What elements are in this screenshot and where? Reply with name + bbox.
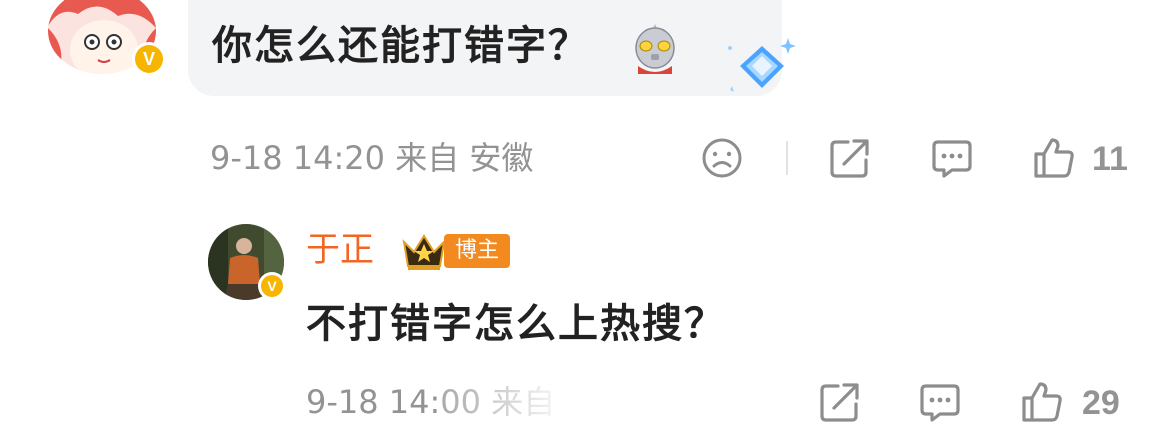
reply-text: 不打错字怎么上热搜？ bbox=[306, 301, 726, 347]
like-count: 29 bbox=[1082, 384, 1120, 422]
comment-icon[interactable] bbox=[918, 380, 962, 424]
crown-icon bbox=[400, 230, 448, 272]
verified-badge: V bbox=[132, 42, 166, 76]
thumbs-up-icon[interactable] bbox=[1020, 380, 1064, 424]
comment-text: 你怎么还能打错字？ bbox=[212, 23, 590, 69]
like-count: 11 bbox=[1092, 140, 1128, 178]
fade-overlay bbox=[440, 378, 770, 445]
reply-author-name[interactable]: 于正 bbox=[306, 228, 374, 272]
ultraman-emoji-icon bbox=[632, 22, 678, 74]
thumbs-up-icon[interactable] bbox=[1032, 136, 1076, 180]
sad-face-icon[interactable] bbox=[700, 136, 744, 180]
verified-badge: V bbox=[258, 272, 286, 300]
share-icon[interactable] bbox=[818, 380, 862, 424]
blogger-tag: 博主 bbox=[444, 234, 510, 268]
comment-meta: 9-18 14:20 来自 安徽 bbox=[210, 139, 534, 177]
diamond-sticker-icon bbox=[722, 36, 802, 98]
comment-icon[interactable] bbox=[930, 136, 974, 180]
divider bbox=[786, 141, 788, 175]
share-icon[interactable] bbox=[828, 136, 872, 180]
